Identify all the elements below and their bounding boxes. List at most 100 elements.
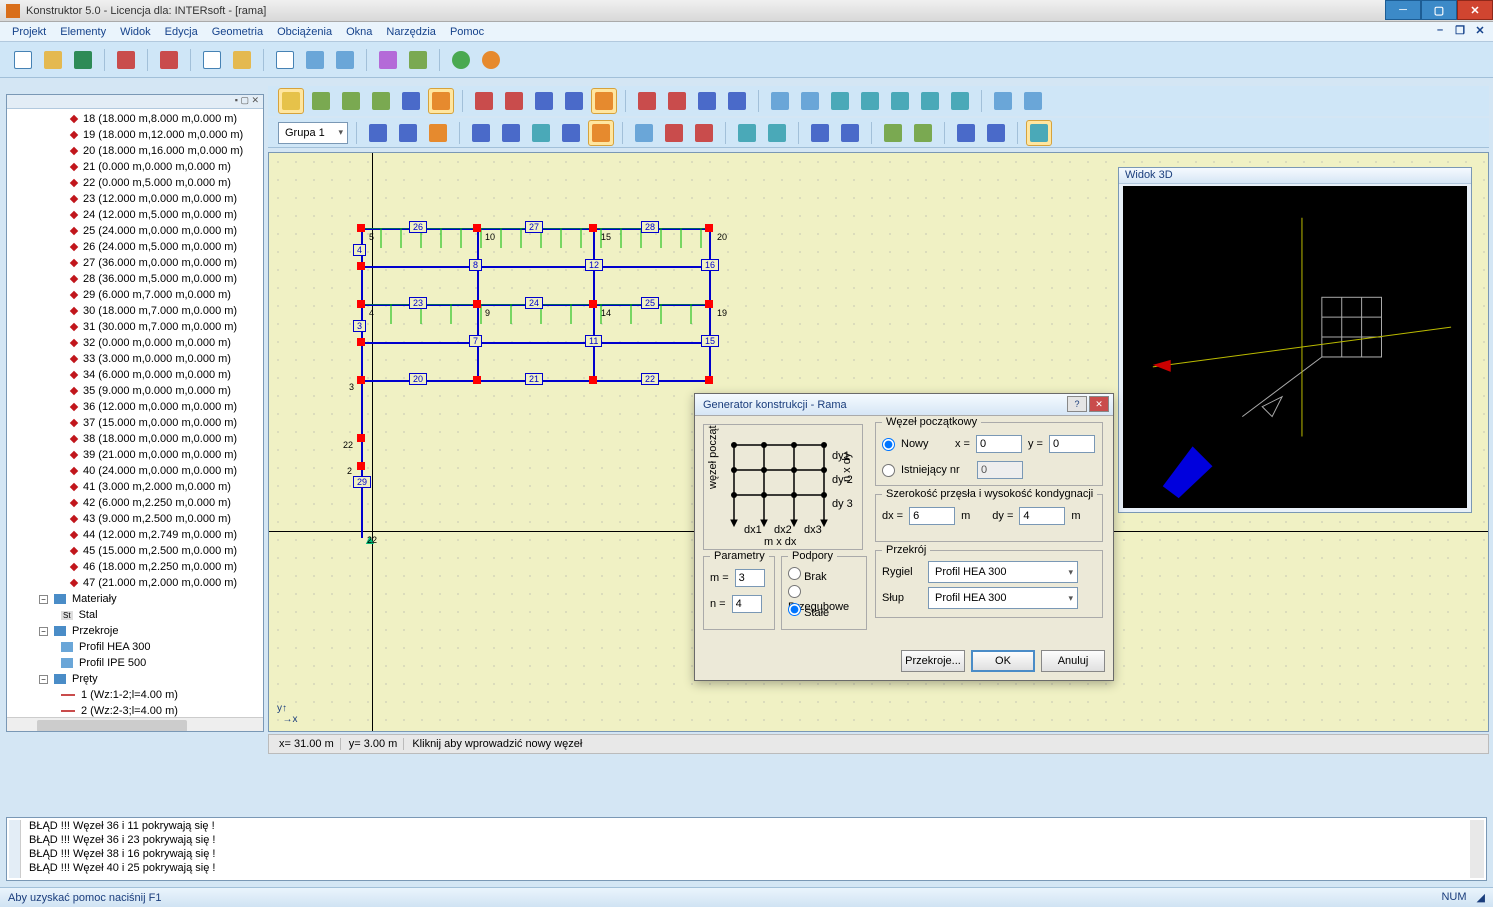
dialog-close-button[interactable]: ✕: [1089, 396, 1109, 412]
project-tree[interactable]: 18 (18.000 m,8.000 m,0.000 m)19 (18.000 …: [7, 109, 263, 717]
calc1-button[interactable]: [272, 47, 298, 73]
tree-node[interactable]: 25 (24.000 m,0.000 m,0.000 m): [11, 223, 263, 239]
tool-o-button[interactable]: [1020, 88, 1046, 114]
tool-m-button[interactable]: [947, 88, 973, 114]
tree-node[interactable]: 38 (18.000 m,0.000 m,0.000 m): [11, 431, 263, 447]
new-button[interactable]: [10, 47, 36, 73]
input-n[interactable]: [732, 595, 762, 613]
gear2-button[interactable]: [332, 47, 358, 73]
tree-node[interactable]: 46 (18.000 m,2.250 m,0.000 m): [11, 559, 263, 575]
load-f-button[interactable]: [528, 120, 554, 146]
print-button[interactable]: [405, 47, 431, 73]
tree-node[interactable]: 45 (15.000 m,2.500 m,0.000 m): [11, 543, 263, 559]
calculator-button[interactable]: [375, 47, 401, 73]
tool-h-button[interactable]: [797, 88, 823, 114]
frame-mode-button[interactable]: [428, 88, 454, 114]
button-ok[interactable]: OK: [971, 650, 1035, 672]
menu-obciazenia[interactable]: Obciążenia: [277, 26, 332, 38]
zoom-in-button[interactable]: [308, 88, 334, 114]
load-e-button[interactable]: [498, 120, 524, 146]
tree-node[interactable]: 37 (15.000 m,0.000 m,0.000 m): [11, 415, 263, 431]
radio-sup-hinge[interactable]: [788, 585, 801, 598]
load-a-button[interactable]: [365, 120, 391, 146]
load-q-button[interactable]: [910, 120, 936, 146]
error-panel-pin[interactable]: [9, 820, 21, 878]
tree-group[interactable]: 2 (Wz:2-3;l=4.00 m): [11, 703, 263, 717]
input-m[interactable]: [735, 569, 765, 587]
tree-group[interactable]: StStal: [11, 607, 263, 623]
tool-c-button[interactable]: [591, 88, 617, 114]
input-dy[interactable]: [1019, 507, 1065, 525]
mdi-minimize[interactable]: –: [1433, 24, 1447, 37]
grid-button[interactable]: [767, 88, 793, 114]
dialog-help-button[interactable]: ?: [1067, 396, 1087, 412]
tree-group[interactable]: −Pręty: [11, 671, 263, 687]
sheet-button[interactable]: [199, 47, 225, 73]
tree-node[interactable]: 42 (6.000 m,2.250 m,0.000 m): [11, 495, 263, 511]
info-button[interactable]: [478, 47, 504, 73]
delete-button[interactable]: [156, 47, 182, 73]
tree-node[interactable]: 20 (18.000 m,16.000 m,0.000 m): [11, 143, 263, 159]
tool-b-button[interactable]: [561, 88, 587, 114]
resize-grip[interactable]: ◢: [1477, 891, 1485, 904]
tree-node[interactable]: 18 (18.000 m,8.000 m,0.000 m): [11, 111, 263, 127]
menu-geometria[interactable]: Geometria: [212, 26, 263, 38]
tree-group[interactable]: −Przekroje: [11, 623, 263, 639]
tool-e-button[interactable]: [664, 88, 690, 114]
tree-node[interactable]: 27 (36.000 m,0.000 m,0.000 m): [11, 255, 263, 271]
menu-elementy[interactable]: Elementy: [60, 26, 106, 38]
tree-node[interactable]: 43 (9.000 m,2.500 m,0.000 m): [11, 511, 263, 527]
zoom-out-button[interactable]: [338, 88, 364, 114]
tree-group[interactable]: Profil IPE 500: [11, 655, 263, 671]
load-i-button[interactable]: [631, 120, 657, 146]
tool-i-button[interactable]: [827, 88, 853, 114]
radio-existing-node[interactable]: [882, 464, 895, 477]
load-g-button[interactable]: [558, 120, 584, 146]
widok-3d-canvas[interactable]: [1123, 186, 1467, 508]
tree-node[interactable]: 29 (6.000 m,7.000 m,0.000 m): [11, 287, 263, 303]
load-l-button[interactable]: [734, 120, 760, 146]
button-cancel[interactable]: Anuluj: [1041, 650, 1105, 672]
radio-sup-none[interactable]: [788, 567, 801, 580]
menu-edycja[interactable]: Edycja: [165, 26, 198, 38]
minimize-button[interactable]: ─: [1385, 0, 1421, 20]
error-scrollbar[interactable]: [1470, 820, 1484, 878]
group-combo[interactable]: Grupa 1: [278, 122, 348, 144]
tree-node[interactable]: 36 (12.000 m,0.000 m,0.000 m): [11, 399, 263, 415]
tree-hscroll[interactable]: [7, 717, 263, 732]
load-c-button[interactable]: [425, 120, 451, 146]
tree-node[interactable]: 30 (18.000 m,7.000 m,0.000 m): [11, 303, 263, 319]
tool-d-button[interactable]: [634, 88, 660, 114]
tree-node[interactable]: 40 (24.000 m,0.000 m,0.000 m): [11, 463, 263, 479]
tree-node[interactable]: 22 (0.000 m,5.000 m,0.000 m): [11, 175, 263, 191]
menu-projekt[interactable]: Projekt: [12, 26, 46, 38]
export-button[interactable]: [229, 47, 255, 73]
input-y[interactable]: [1049, 435, 1095, 453]
tree-node[interactable]: 32 (0.000 m,0.000 m,0.000 m): [11, 335, 263, 351]
pan-button[interactable]: [398, 88, 424, 114]
tool-f-button[interactable]: [694, 88, 720, 114]
load-b-button[interactable]: [395, 120, 421, 146]
tree-node[interactable]: 44 (12.000 m,2.749 m,0.000 m): [11, 527, 263, 543]
close-button[interactable]: ✕: [1457, 0, 1493, 20]
tree-node[interactable]: 19 (18.000 m,12.000 m,0.000 m): [11, 127, 263, 143]
maximize-button[interactable]: ▢: [1421, 0, 1457, 20]
tree-node[interactable]: 39 (21.000 m,0.000 m,0.000 m): [11, 447, 263, 463]
mdi-close[interactable]: ✕: [1473, 24, 1487, 37]
combo-beam-section[interactable]: Profil HEA 300: [928, 561, 1078, 583]
tree-node[interactable]: 23 (12.000 m,0.000 m,0.000 m): [11, 191, 263, 207]
gear1-button[interactable]: [302, 47, 328, 73]
load-o-button[interactable]: [837, 120, 863, 146]
load-d-button[interactable]: [468, 120, 494, 146]
tree-node[interactable]: 28 (36.000 m,5.000 m,0.000 m): [11, 271, 263, 287]
menu-narzedzia[interactable]: Narzędzia: [386, 26, 436, 38]
tool-l-button[interactable]: [917, 88, 943, 114]
tool-n-button[interactable]: [990, 88, 1016, 114]
zoom-fit-button[interactable]: [368, 88, 394, 114]
combo-column-section[interactable]: Profil HEA 300: [928, 587, 1078, 609]
load-s-button[interactable]: [983, 120, 1009, 146]
tree-node[interactable]: 31 (30.000 m,7.000 m,0.000 m): [11, 319, 263, 335]
save-button[interactable]: [113, 47, 139, 73]
tree-node[interactable]: 35 (9.000 m,0.000 m,0.000 m): [11, 383, 263, 399]
load-t-button[interactable]: [1026, 120, 1052, 146]
